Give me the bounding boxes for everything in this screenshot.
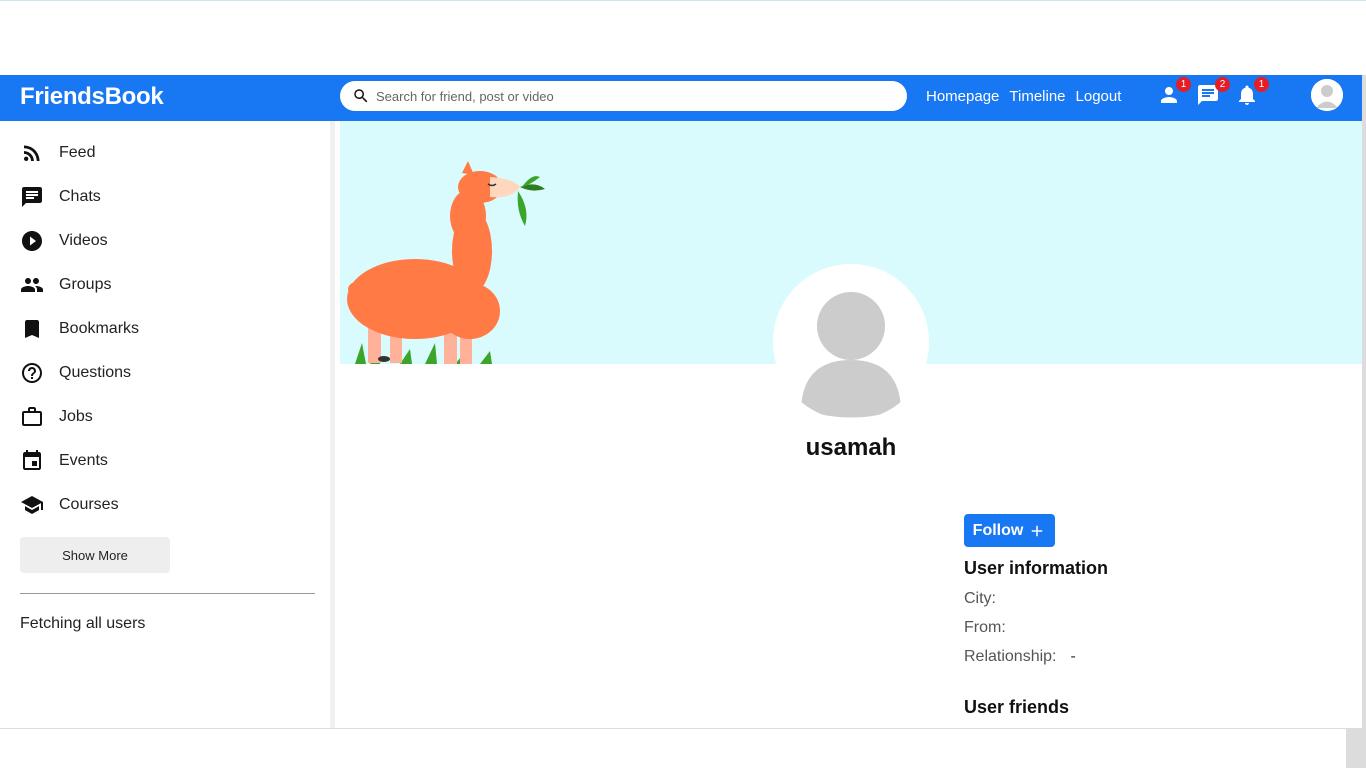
sidebar-item-label: Bookmarks — [59, 320, 140, 337]
sidebar-item-jobs[interactable]: Jobs — [20, 405, 93, 429]
user-avatar[interactable] — [1311, 79, 1343, 111]
info-row-city: City: — [964, 590, 1010, 608]
profile-picture[interactable] — [773, 264, 929, 420]
bottom-blank-area — [0, 728, 1366, 768]
nav-links: Homepage Timeline Logout — [926, 88, 1121, 105]
nav-link-timeline[interactable]: Timeline — [1009, 88, 1065, 105]
nav-link-homepage[interactable]: Homepage — [926, 88, 999, 105]
notifications-button[interactable]: 1 — [1235, 77, 1269, 109]
city-label: City: — [964, 590, 996, 607]
sidebar-item-label: Videos — [59, 232, 108, 249]
sidebar-item-groups[interactable]: Groups — [20, 273, 111, 297]
search-input[interactable] — [376, 88, 876, 104]
chat-icon — [22, 187, 42, 207]
info-row-relationship: Relationship: - — [964, 648, 1076, 666]
left-sidebar: Feed Chats Videos Groups Bookmarks Quest… — [0, 121, 335, 728]
sidebar-item-events[interactable]: Events — [20, 449, 108, 473]
app-logo[interactable]: FriendsBook — [20, 83, 164, 111]
friend-requests-button[interactable]: 1 — [1157, 77, 1191, 109]
school-icon — [21, 496, 43, 514]
sidebar-divider — [20, 593, 315, 594]
sidebar-item-courses[interactable]: Courses — [20, 493, 119, 517]
messages-button[interactable]: 2 — [1196, 77, 1230, 109]
sidebar-item-label: Events — [59, 452, 108, 469]
top-navbar: FriendsBook Homepage Timeline Logout 1 2… — [0, 75, 1362, 121]
profile-main: usamah Follow User information City: Fro… — [340, 121, 1362, 728]
event-icon — [23, 450, 41, 470]
add-icon — [1032, 525, 1043, 536]
avatar-placeholder-icon — [773, 264, 929, 420]
follow-label: Follow — [972, 521, 1024, 539]
sidebar-item-label: Questions — [59, 364, 132, 381]
users-status-text: Fetching all users — [20, 615, 146, 632]
sidebar-item-videos[interactable]: Videos — [20, 229, 108, 253]
browser-blank-area — [0, 0, 1366, 75]
show-more-button[interactable]: Show More — [20, 537, 170, 573]
sidebar-item-chats[interactable]: Chats — [20, 185, 101, 209]
sidebar-item-label: Chats — [59, 188, 101, 205]
from-label: From: — [964, 619, 1006, 636]
profile-username: usamah — [805, 434, 897, 461]
follow-button[interactable]: Follow — [964, 514, 1055, 547]
relationship-label: Relationship: — [964, 648, 1057, 665]
page-scrollbar[interactable] — [1362, 75, 1366, 728]
notifications-badge: 1 — [1254, 77, 1269, 92]
search-icon — [354, 89, 368, 103]
group-icon — [21, 278, 43, 292]
sidebar-item-questions[interactable]: Questions — [20, 361, 131, 385]
sidebar-item-label: Jobs — [59, 408, 93, 425]
help-icon — [22, 363, 42, 383]
work-icon — [22, 407, 42, 426]
nav-link-logout[interactable]: Logout — [1076, 88, 1122, 105]
rss-feed-icon — [24, 145, 40, 161]
user-information-title: User information — [964, 558, 1109, 578]
sidebar-item-feed[interactable]: Feed — [20, 141, 95, 165]
play-circle-icon — [22, 231, 42, 251]
relationship-value: - — [1070, 648, 1076, 665]
sidebar-item-label: Courses — [59, 496, 119, 513]
bookmark-icon — [25, 320, 39, 338]
sidebar-item-bookmarks[interactable]: Bookmarks — [20, 317, 139, 341]
messages-badge: 2 — [1215, 77, 1230, 92]
friend-requests-badge: 1 — [1176, 77, 1191, 92]
llama-illustration — [347, 161, 545, 364]
avatar-placeholder-icon — [1311, 79, 1343, 111]
search-bar[interactable] — [340, 81, 907, 111]
sidebar-item-label: Feed — [59, 144, 96, 161]
sidebar-item-label: Groups — [59, 276, 112, 293]
user-friends-title: User friends — [964, 697, 1070, 717]
info-row-from: From: — [964, 619, 1020, 637]
scrollbar-corner — [1346, 728, 1366, 768]
